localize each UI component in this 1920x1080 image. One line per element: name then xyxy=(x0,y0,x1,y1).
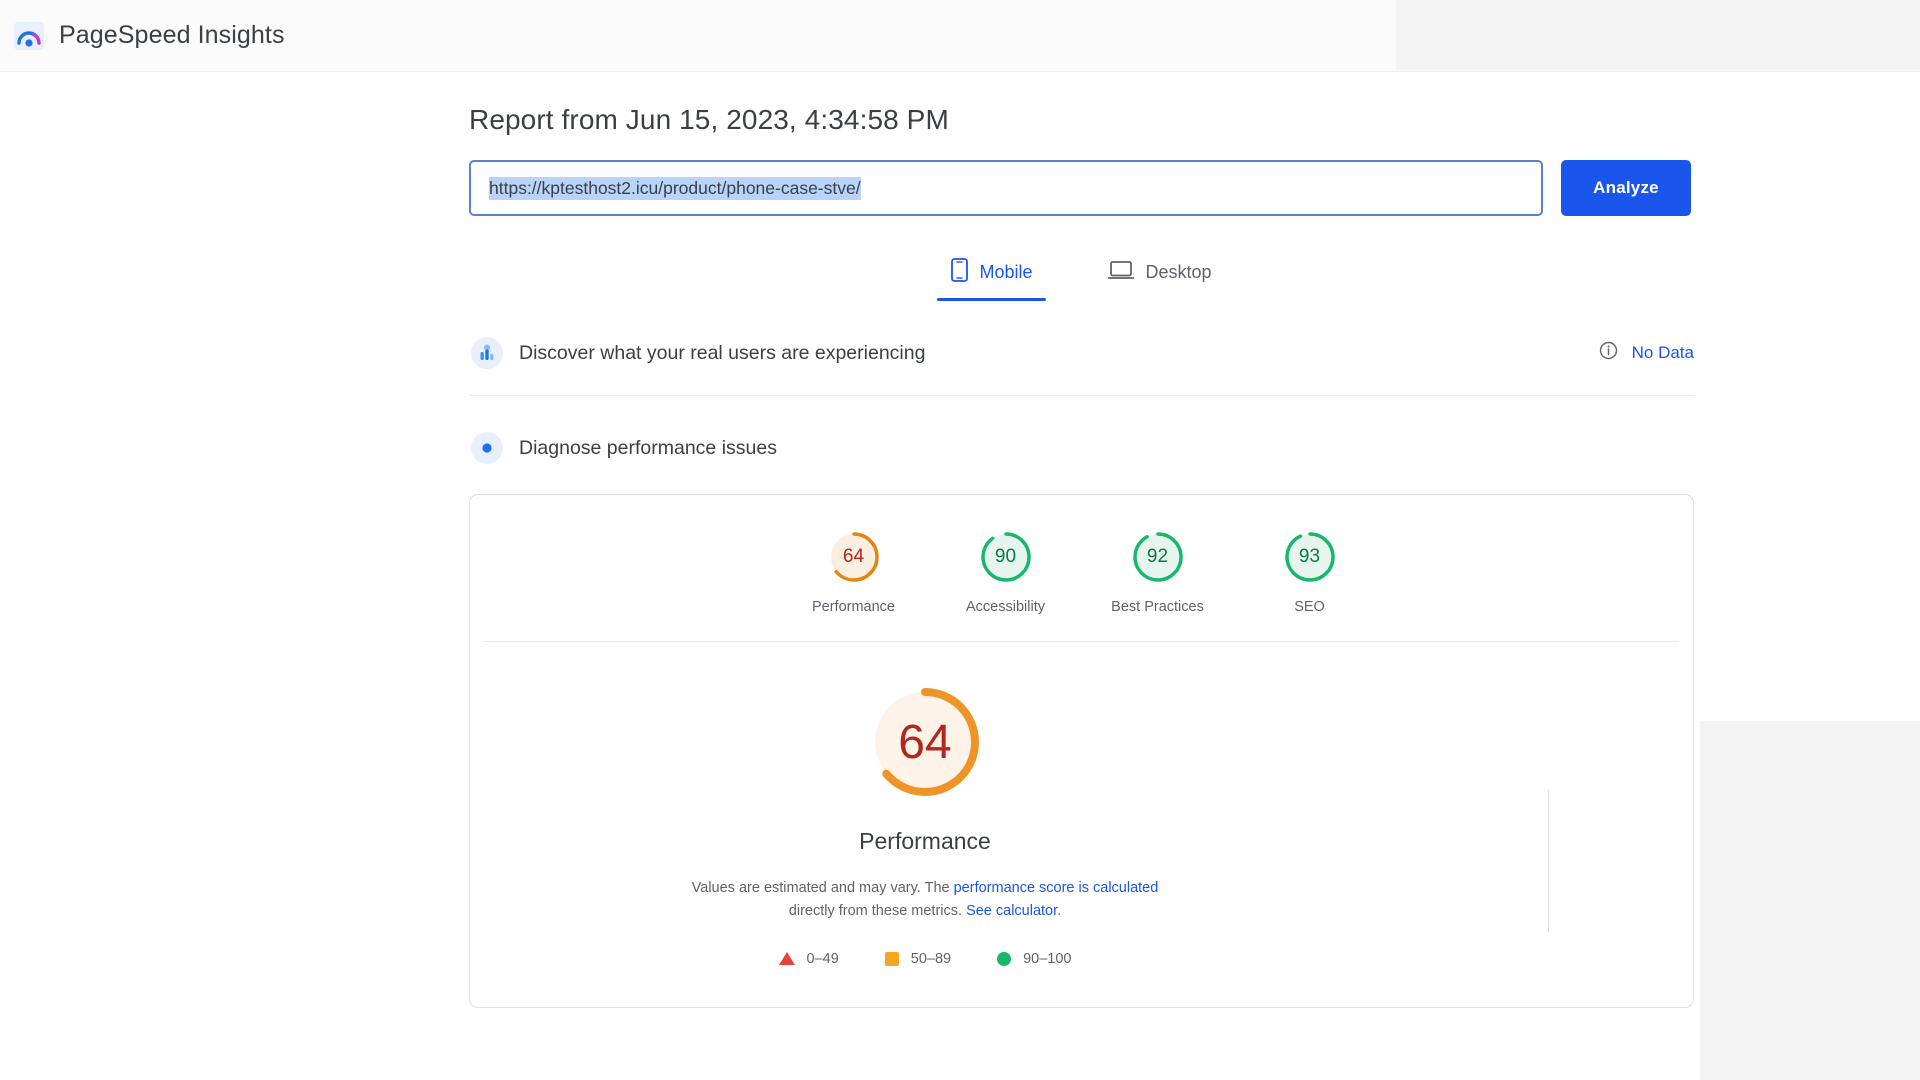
gauge-value-accessibility: 90 xyxy=(978,529,1034,585)
tab-desktop[interactable]: Desktop xyxy=(1094,252,1225,301)
field-data-section: Discover what your real users are experi… xyxy=(469,335,1694,396)
lighthouse-dot-icon xyxy=(469,430,505,466)
gauge-value-seo: 93 xyxy=(1282,529,1338,585)
score-gauge-performance[interactable]: 64 Performance xyxy=(778,529,930,615)
legend-range-poor: 0–49 xyxy=(807,951,839,967)
gauge-value-best-practices: 92 xyxy=(1130,529,1186,585)
field-data-label: Discover what your real users are experi… xyxy=(519,342,925,365)
legend-range-good: 90–100 xyxy=(1023,951,1071,967)
performance-detail: 64 Performance Values are estimated and … xyxy=(470,642,1693,1007)
score-gauge-row: 64 Performance 90 Accessibility xyxy=(470,495,1693,641)
tab-desktop-label: Desktop xyxy=(1145,262,1211,283)
gauge-label-performance: Performance xyxy=(812,599,895,615)
performance-score-link[interactable]: performance score is calculated xyxy=(954,880,1159,896)
gauge-label-accessibility: Accessibility xyxy=(966,599,1045,615)
perf-desc-part1: Values are estimated and may vary. The xyxy=(692,880,954,896)
score-gauge-best-practices[interactable]: 92 Best Practices xyxy=(1082,529,1234,615)
legend-item-poor: 0–49 xyxy=(779,951,839,967)
perf-desc-part2: directly from these metrics. xyxy=(789,903,966,919)
mobile-phone-icon xyxy=(951,258,968,287)
analyze-button[interactable]: Analyze xyxy=(1561,160,1691,216)
score-legend: 0–49 50–89 90–100 xyxy=(779,951,1072,967)
brand[interactable]: PageSpeed Insights xyxy=(12,19,285,53)
score-gauge-accessibility[interactable]: 90 Accessibility xyxy=(930,529,1082,615)
performance-score-value: 64 xyxy=(859,676,991,808)
legend-range-average: 50–89 xyxy=(911,951,951,967)
field-data-status[interactable]: No Data xyxy=(1599,341,1694,365)
report-title: Report from Jun 15, 2023, 4:34:58 PM xyxy=(469,104,1694,136)
pagespeed-gauge-icon xyxy=(12,19,46,53)
tab-mobile[interactable]: Mobile xyxy=(937,252,1046,301)
gauge-ring-seo: 93 xyxy=(1282,529,1338,585)
device-tabs: Mobile Desktop xyxy=(469,252,1694,301)
gauge-ring-performance: 64 xyxy=(826,529,882,585)
vertical-divider xyxy=(1548,790,1549,932)
gauge-ring-best-practices: 92 xyxy=(1130,529,1186,585)
content-column: Report from Jun 15, 2023, 4:34:58 PM htt… xyxy=(469,72,1694,1008)
circle-icon xyxy=(997,952,1011,966)
laptop-icon xyxy=(1108,260,1134,286)
perf-desc-part3: . xyxy=(1057,903,1061,919)
gauge-value-performance: 64 xyxy=(826,529,882,585)
legend-item-good: 90–100 xyxy=(997,951,1071,967)
gauge-ring-accessibility: 90 xyxy=(978,529,1034,585)
url-input-value: https://kptesthost2.icu/product/phone-ca… xyxy=(489,177,861,200)
lighthouse-card: 64 Performance 90 Accessibility xyxy=(469,494,1694,1008)
bottom-right-panel xyxy=(1700,721,1920,1080)
url-input[interactable]: https://kptesthost2.icu/product/phone-ca… xyxy=(469,160,1543,216)
header-right-panel xyxy=(1396,0,1920,70)
square-icon xyxy=(885,952,899,966)
app-header: PageSpeed Insights xyxy=(0,0,1920,72)
field-data-chart-icon xyxy=(469,335,505,371)
gauge-label-seo: SEO xyxy=(1294,599,1325,615)
main-content: Report from Jun 15, 2023, 4:34:58 PM htt… xyxy=(0,72,1920,1080)
score-gauge-seo[interactable]: 93 SEO xyxy=(1234,529,1386,615)
gauge-ring-performance-large: 64 xyxy=(859,676,991,808)
field-data-status-text: No Data xyxy=(1632,343,1694,363)
lab-data-section: Diagnose performance issues xyxy=(469,430,1694,466)
performance-description: Values are estimated and may vary. The p… xyxy=(675,877,1175,923)
performance-title: Performance xyxy=(859,828,991,855)
gauge-label-best-practices: Best Practices xyxy=(1111,599,1204,615)
url-form: https://kptesthost2.icu/product/phone-ca… xyxy=(469,160,1694,216)
info-icon xyxy=(1599,341,1618,365)
brand-title: PageSpeed Insights xyxy=(59,21,285,50)
triangle-icon xyxy=(779,952,795,965)
lab-data-label: Diagnose performance issues xyxy=(519,437,777,460)
tab-mobile-label: Mobile xyxy=(979,262,1032,283)
legend-item-average: 50–89 xyxy=(885,951,951,967)
see-calculator-link[interactable]: See calculator xyxy=(966,903,1057,919)
performance-summary: 64 Performance Values are estimated and … xyxy=(620,676,1230,967)
